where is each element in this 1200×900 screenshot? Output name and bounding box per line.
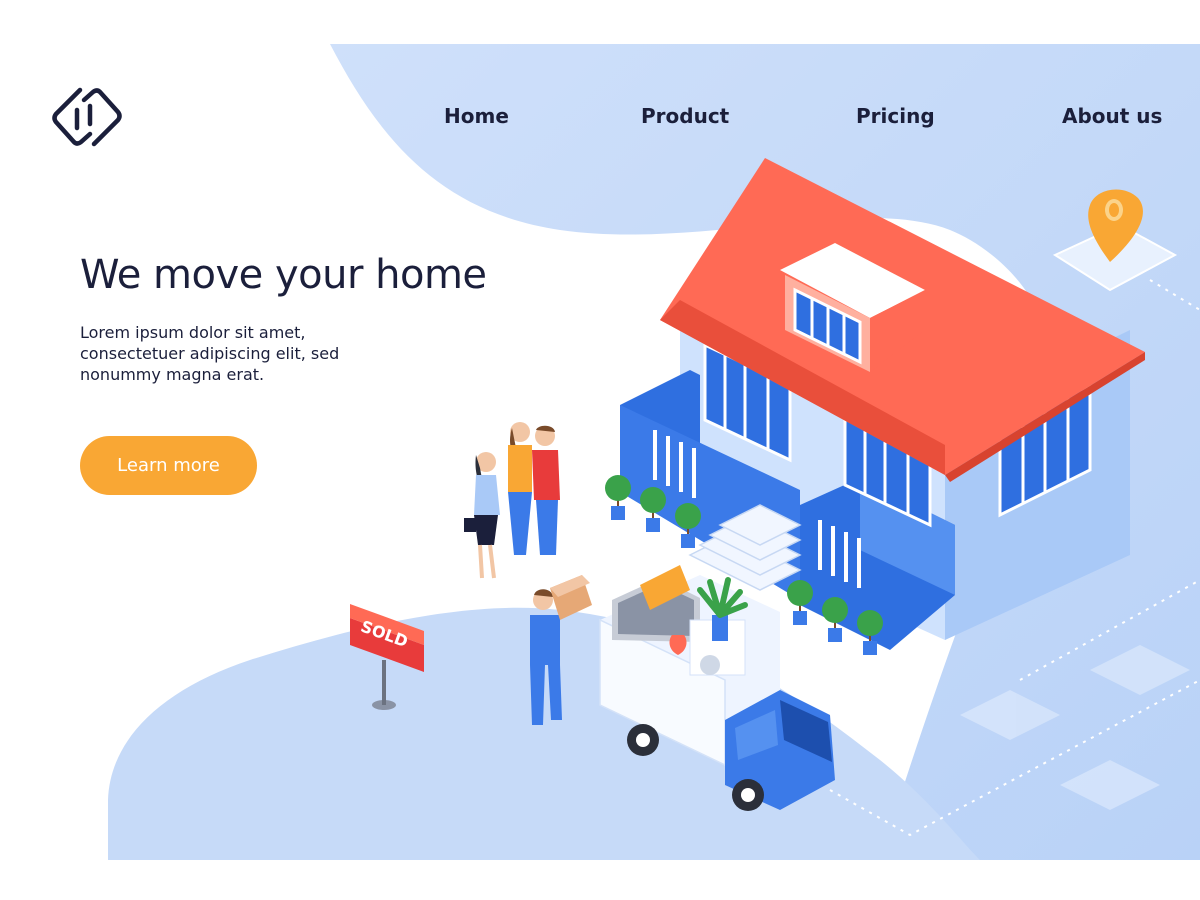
moving-house-illustration: SOLD [350, 158, 1178, 811]
location-pin-icon [1052, 189, 1178, 292]
sold-sign: SOLD [350, 604, 424, 710]
mover-worker [530, 575, 592, 725]
people-group [464, 422, 560, 579]
